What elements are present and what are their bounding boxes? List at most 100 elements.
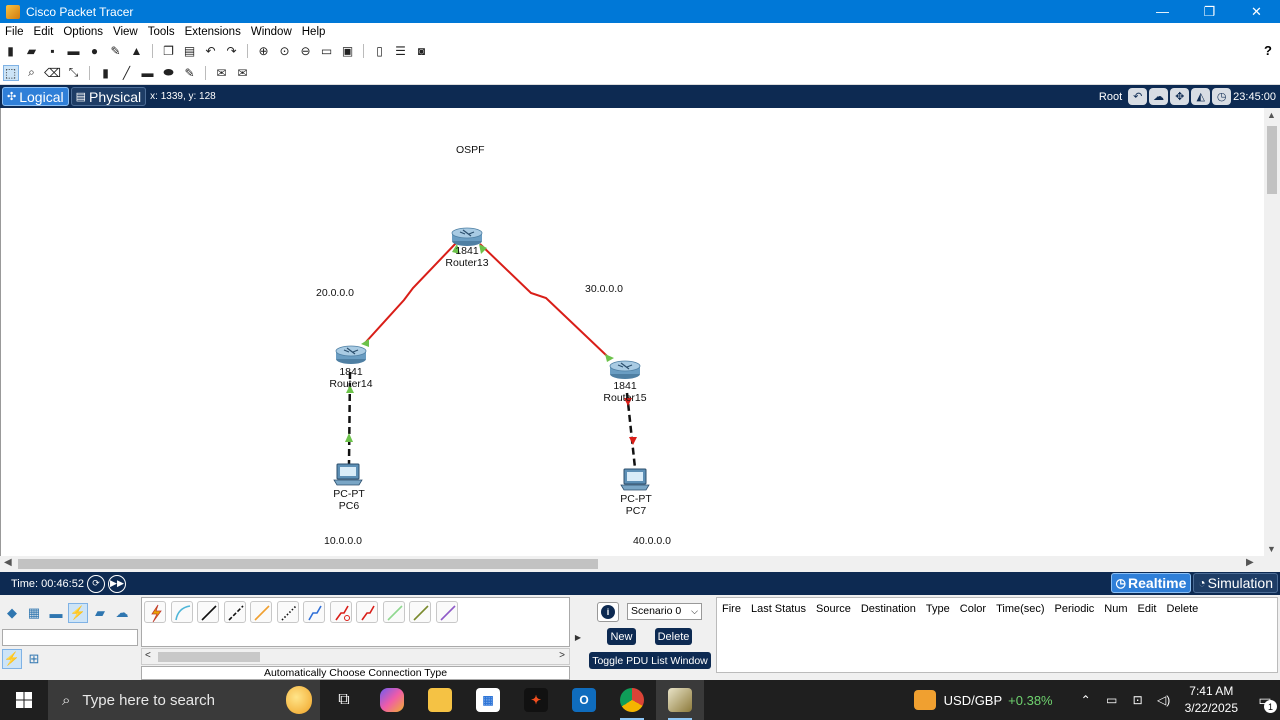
scenario-select[interactable]: Scenario 0 ⌵	[627, 603, 702, 620]
column-num[interactable]: Num	[1104, 603, 1127, 615]
tab-physical[interactable]: ▤ Physical	[70, 87, 147, 106]
scroll-right-icon[interactable]: >	[559, 650, 565, 661]
activity-wizard-icon[interactable]: ✎	[108, 43, 124, 59]
cluster-icon[interactable]: ☁	[1149, 88, 1169, 105]
menu-file[interactable]: File	[0, 26, 29, 38]
help-button[interactable]: ?	[1264, 43, 1272, 58]
scroll-thumb[interactable]	[18, 559, 598, 569]
menu-tools[interactable]: Tools	[143, 26, 180, 38]
store-app[interactable]: ▦	[464, 680, 512, 720]
tab-logical[interactable]: ✣ Logical	[2, 87, 69, 106]
phone-cable-icon[interactable]	[276, 601, 299, 623]
miscellaneous-icon[interactable]: ▰	[90, 603, 110, 623]
fiber-cable-icon[interactable]	[250, 601, 272, 623]
device-search-input[interactable]	[2, 629, 138, 646]
new-scenario-button[interactable]: New	[607, 628, 636, 645]
new-file-icon[interactable]: ▮	[3, 43, 19, 59]
viewport-icon[interactable]: ◭	[1191, 88, 1211, 105]
connection-scrollbar[interactable]: < >	[141, 648, 570, 665]
print-icon[interactable]: ▬	[66, 43, 82, 59]
rectangle-tool-icon[interactable]: ▬	[140, 65, 156, 81]
maximize-button[interactable]: ❐	[1186, 0, 1233, 23]
stock-ticker-widget[interactable]: USD/GBP +0.38%	[913, 690, 1053, 710]
save-icon[interactable]: ▪	[45, 43, 61, 59]
screenshot-icon[interactable]: ◙	[414, 43, 430, 59]
ellipse-tool-icon[interactable]: ⬬	[161, 65, 177, 81]
scroll-right-icon[interactable]: ▶	[1246, 557, 1254, 568]
grid-icon[interactable]: ⊞	[24, 649, 44, 669]
inspect-tool-icon[interactable]: ⌕	[24, 65, 40, 81]
redo-icon[interactable]: ↷	[224, 43, 240, 59]
router15[interactable]: 1841 Router15	[595, 380, 655, 404]
column-fire[interactable]: Fire	[722, 603, 741, 615]
back-icon[interactable]: ↶	[1128, 88, 1148, 105]
freeform-tool-icon[interactable]: ✎	[182, 65, 198, 81]
iot-custom-cable-icon[interactable]	[409, 601, 431, 623]
copilot-app[interactable]	[368, 680, 416, 720]
move-icon[interactable]: ✥	[1170, 88, 1190, 105]
multiuser-icon[interactable]: ☁	[112, 603, 132, 623]
column-color[interactable]: Color	[960, 603, 986, 615]
column-time[interactable]: Time(sec)	[996, 603, 1044, 615]
panel-splitter-icon[interactable]: ▶	[572, 595, 584, 680]
column-periodic[interactable]: Periodic	[1055, 603, 1095, 615]
column-last-status[interactable]: Last Status	[751, 603, 806, 615]
zoom-out-icon[interactable]: ⊖	[298, 43, 314, 59]
chevron-up-icon[interactable]: ⌃	[1075, 680, 1097, 720]
start-button[interactable]	[0, 680, 48, 720]
clock-icon[interactable]: ◷	[1212, 88, 1232, 105]
straight-through-cable-icon[interactable]	[197, 601, 219, 623]
outlook-app[interactable]: O	[560, 680, 608, 720]
packet-tracer-app[interactable]	[656, 680, 704, 720]
column-type[interactable]: Type	[926, 603, 950, 615]
zoom-in-icon[interactable]: ⊕	[256, 43, 272, 59]
complex-pdu-icon[interactable]: ✉	[235, 65, 251, 81]
notification-button[interactable]: ▭ 1	[1250, 680, 1280, 720]
logical-workspace[interactable]: OSPF 20.0.0.0 30.0.0.0 10.0.0.0 40.0.0.0…	[0, 108, 1264, 556]
note-tool-icon[interactable]: ▮	[98, 65, 114, 81]
simulation-mode-button[interactable]: ◔ Simulation	[1193, 573, 1278, 593]
figma-app[interactable]: ✦	[512, 680, 560, 720]
battery-icon[interactable]: ▭	[1101, 680, 1123, 720]
drawing-palette-icon[interactable]: ▭	[319, 43, 335, 59]
custom-devices-icon[interactable]: ▣	[340, 43, 356, 59]
menu-window[interactable]: Window	[246, 26, 297, 38]
network-devices-icon[interactable]: ◆	[2, 603, 22, 623]
delete-tool-icon[interactable]: ⌫	[44, 65, 61, 81]
crossover-cable-icon[interactable]	[223, 601, 246, 623]
volume-icon[interactable]: ◁)	[1153, 680, 1175, 720]
pc6[interactable]: PC-PT PC6	[319, 488, 379, 512]
router13[interactable]: 1841 Router13	[437, 245, 497, 269]
column-delete[interactable]: Delete	[1167, 603, 1199, 615]
menu-extensions[interactable]: Extensions	[180, 26, 246, 38]
topology-title[interactable]: OSPF	[456, 144, 485, 156]
scroll-thumb[interactable]	[158, 652, 260, 662]
power-cycle-icon[interactable]: ⟳	[86, 574, 105, 593]
network-info-icon[interactable]: ▲	[129, 43, 145, 59]
router14[interactable]: 1841 Router14	[321, 366, 381, 390]
scroll-left-icon[interactable]: <	[145, 650, 151, 661]
taskbar-search-input[interactable]: ⌕ Type here to search	[48, 680, 320, 720]
horizontal-scrollbar[interactable]: ◀ ▶	[0, 556, 1264, 572]
network-label[interactable]: 30.0.0.0	[585, 283, 623, 295]
column-source[interactable]: Source	[816, 603, 851, 615]
delete-scenario-button[interactable]: Delete	[655, 628, 692, 645]
paste-icon[interactable]: ▤	[182, 43, 198, 59]
octal-cable-icon[interactable]	[382, 601, 405, 623]
coaxial-cable-icon[interactable]	[303, 601, 325, 623]
network-icon[interactable]: ⊡	[1127, 680, 1149, 720]
scenario-info-button[interactable]: i	[597, 602, 619, 622]
scroll-up-icon[interactable]: ▲	[1267, 110, 1276, 120]
column-destination[interactable]: Destination	[861, 603, 916, 615]
taskbar-clock[interactable]: 7:41 AM 3/22/2025	[1185, 683, 1238, 717]
connections-icon[interactable]: ⚡	[68, 603, 88, 623]
scroll-thumb[interactable]	[1267, 126, 1277, 194]
auto-connection-icon[interactable]	[144, 601, 166, 623]
pc7[interactable]: PC-PT PC7	[606, 493, 666, 517]
realtime-mode-button[interactable]: ◷ Realtime	[1110, 573, 1192, 593]
stacked-devices-icon[interactable]: ☰	[393, 43, 409, 59]
scroll-left-icon[interactable]: ◀	[4, 557, 12, 568]
info-icon[interactable]: ●	[87, 43, 103, 59]
vertical-scrollbar[interactable]: ▲ ▼	[1264, 108, 1280, 556]
open-folder-icon[interactable]: ▰	[24, 43, 40, 59]
